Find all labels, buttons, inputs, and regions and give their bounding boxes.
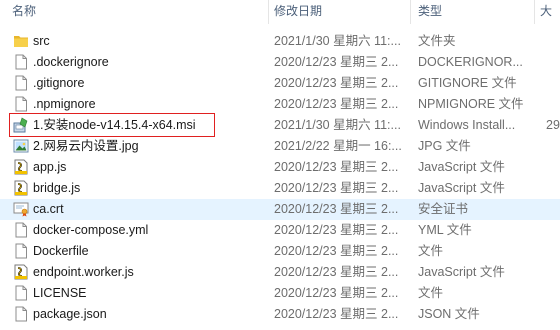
file-date: 2020/12/23 星期三 2... [274, 244, 399, 258]
file-row[interactable]: 1.安装node-v14.15.4-x64.msi 2021/1/30 星期六 1… [0, 115, 560, 136]
file-date: 2020/12/23 星期三 2... [274, 76, 399, 90]
file-date: 2020/12/23 星期三 2... [274, 97, 399, 111]
file-size [546, 241, 560, 262]
file-type: Windows Install... [418, 118, 516, 132]
column-header-size-label: 大 [540, 4, 553, 18]
image-icon [13, 138, 29, 154]
file-icon [13, 306, 29, 322]
file-size [546, 283, 560, 304]
file-row[interactable]: docker-compose.yml 2020/12/23 星期三 2... YML… [0, 220, 560, 241]
file-icon [13, 285, 29, 301]
file-row[interactable]: package.json 2020/12/23 星期三 2... JSON 文件 [0, 304, 560, 325]
file-type: JPG 文件 [418, 139, 471, 153]
file-type: 安全证书 [418, 202, 469, 216]
installer-icon [13, 117, 29, 133]
file-name: package.json [33, 307, 107, 321]
file-date: 2021/2/22 星期一 16:... [274, 139, 402, 153]
file-row[interactable]: src 2021/1/30 星期六 11:... 文件夹 [0, 31, 560, 52]
file-date: 2020/12/23 星期三 2... [274, 202, 399, 216]
file-size [546, 199, 560, 220]
file-type: 文件 [418, 244, 444, 258]
script-icon [13, 159, 29, 175]
file-size [546, 52, 560, 73]
file-icon [13, 75, 29, 91]
file-date: 2020/12/23 星期三 2... [274, 55, 399, 69]
file-name: endpoint.worker.js [33, 265, 134, 279]
file-icon [13, 243, 29, 259]
file-size [546, 262, 560, 283]
file-row[interactable]: Dockerfile 2020/12/23 星期三 2... 文件 [0, 241, 560, 262]
file-name: 2.网易云内设置.jpg [33, 139, 139, 153]
file-row[interactable]: LICENSE 2020/12/23 星期三 2... 文件 [0, 283, 560, 304]
file-size [546, 31, 560, 52]
certificate-icon [13, 201, 29, 217]
file-date: 2020/12/23 星期三 2... [274, 265, 399, 279]
folder-icon [13, 33, 29, 49]
file-type: JavaScript 文件 [418, 160, 505, 174]
file-size: 29 [546, 118, 560, 132]
file-date: 2020/12/23 星期三 2... [274, 223, 399, 237]
column-header-date[interactable]: 修改日期 [262, 0, 410, 24]
file-row[interactable]: app.js 2020/12/23 星期三 2... JavaScript 文件 [0, 157, 560, 178]
file-name: docker-compose.yml [33, 223, 149, 237]
column-header-bar: 名称 修改日期 类型 大 [0, 0, 560, 24]
script-icon [13, 180, 29, 196]
file-name: 1.安装node-v14.15.4-x64.msi [33, 118, 196, 132]
file-size [546, 73, 560, 94]
column-header-name[interactable]: 名称 [0, 0, 268, 24]
script-icon [13, 264, 29, 280]
column-header-name-label: 名称 [12, 4, 37, 18]
file-type: GITIGNORE 文件 [418, 76, 517, 90]
column-header-type[interactable]: 类型 [406, 0, 534, 24]
file-name: LICENSE [33, 286, 87, 300]
file-type: JSON 文件 [418, 307, 480, 321]
file-date: 2021/1/30 星期六 11:... [274, 34, 401, 48]
file-row[interactable]: .gitignore 2020/12/23 星期三 2... GITIGNORE 文… [0, 73, 560, 94]
file-icon [13, 222, 29, 238]
file-date: 2020/12/23 星期三 2... [274, 307, 399, 321]
file-row[interactable]: .npmignore 2020/12/23 星期三 2... NPMIGNORE 文… [0, 94, 560, 115]
file-name: src [33, 34, 50, 48]
file-name: Dockerfile [33, 244, 89, 258]
file-type: JavaScript 文件 [418, 265, 505, 279]
file-icon [13, 54, 29, 70]
file-size [546, 304, 560, 325]
file-name: .gitignore [33, 76, 85, 90]
file-type: 文件夹 [418, 34, 456, 48]
column-header-size[interactable]: 大 [528, 0, 560, 24]
file-row[interactable]: 2.网易云内设置.jpg 2021/2/22 星期一 16:... JPG 文件 [0, 136, 560, 157]
file-type: 文件 [418, 286, 444, 300]
file-type: YML 文件 [418, 223, 472, 237]
file-name: bridge.js [33, 181, 81, 195]
file-name: ca.crt [33, 202, 64, 216]
file-row[interactable]: .dockerignore 2020/12/23 星期三 2... DOCKERIG… [0, 52, 560, 73]
file-date: 2020/12/23 星期三 2... [274, 160, 399, 174]
file-date: 2020/12/23 星期三 2... [274, 181, 399, 195]
file-row[interactable]: ca.crt 2020/12/23 星期三 2... 安全证书 [0, 199, 560, 220]
file-date: 2020/12/23 星期三 2... [274, 286, 399, 300]
file-row[interactable]: endpoint.worker.js 2020/12/23 星期三 2... Jav… [0, 262, 560, 283]
file-size [546, 157, 560, 178]
file-type: JavaScript 文件 [418, 181, 505, 195]
file-size [546, 178, 560, 199]
file-name: .dockerignore [33, 55, 109, 69]
file-name: .npmignore [33, 97, 96, 111]
column-header-date-label: 修改日期 [274, 4, 323, 18]
file-type: NPMIGNORE 文件 [418, 97, 524, 111]
file-size [546, 220, 560, 241]
file-date: 2021/1/30 星期六 11:... [274, 118, 401, 132]
file-name: app.js [33, 160, 67, 174]
file-size [546, 94, 560, 115]
file-size [546, 136, 560, 157]
file-type: DOCKERIGNOR... [418, 55, 523, 69]
file-row[interactable]: bridge.js 2020/12/23 星期三 2... JavaScript 文… [0, 178, 560, 199]
column-header-type-label: 类型 [418, 4, 443, 18]
file-icon [13, 96, 29, 112]
